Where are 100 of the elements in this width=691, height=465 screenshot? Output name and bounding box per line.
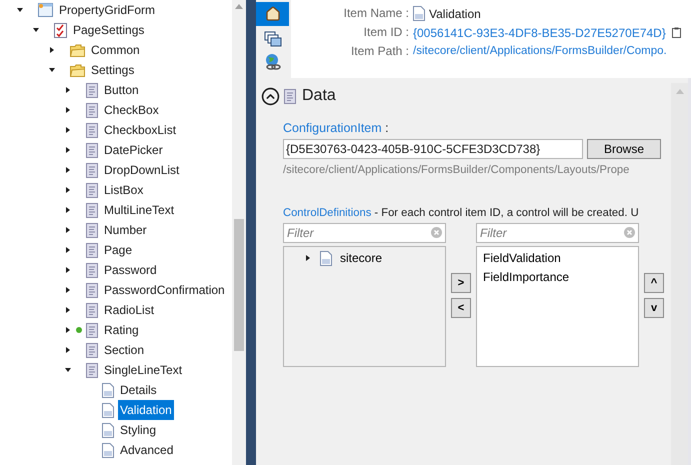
tree-item[interactable]: sitecore [340, 249, 382, 268]
item-path-text: /sitecore/client/Applications/FormsBuilder/Components/Layouts/Prope [283, 162, 630, 178]
list-item[interactable]: FieldImportance [483, 268, 632, 288]
field-label-link[interactable]: ControlDefinitions [283, 206, 372, 219]
expand-arrow-icon[interactable] [64, 186, 72, 194]
tree-item[interactable]: Number [102, 220, 149, 240]
tree-item[interactable]: Rating [102, 320, 141, 340]
field-label: Item Path : [350, 43, 409, 60]
collapse-section-icon[interactable] [261, 86, 280, 106]
tree-item[interactable]: CheckboxList [102, 120, 178, 140]
template-icon [86, 222, 98, 238]
expand-arrow-icon[interactable] [64, 226, 72, 234]
template-icon [86, 102, 98, 118]
page-icon [102, 402, 114, 418]
template-icon [86, 362, 98, 378]
expand-arrow-icon[interactable] [64, 206, 72, 214]
tree-item[interactable]: Password [102, 260, 159, 280]
expand-arrow-icon[interactable] [64, 86, 72, 94]
arrow-button[interactable]: < [451, 298, 471, 318]
template-icon [86, 202, 98, 218]
tree-item[interactable]: Styling [118, 420, 158, 440]
field-label: Item ID : [362, 24, 409, 41]
expand-arrow-icon[interactable] [64, 306, 72, 314]
tree-item[interactable]: PasswordConfirmation [102, 280, 227, 300]
collapse-arrow-icon[interactable] [48, 66, 56, 74]
section-title: Data [302, 86, 336, 106]
home-icon [264, 6, 280, 22]
template-icon [86, 162, 98, 178]
tree-item[interactable]: RadioList [102, 300, 156, 320]
tree-item[interactable]: Common [89, 40, 142, 60]
expand-arrow-icon[interactable] [64, 346, 72, 354]
tree-item[interactable]: Validation [118, 400, 174, 420]
globe-link-icon [264, 52, 282, 70]
checklist-icon [54, 22, 67, 38]
template-icon [86, 122, 98, 138]
collapse-arrow-icon[interactable] [16, 6, 24, 14]
expand-arrow-icon[interactable] [64, 146, 72, 154]
scroll-thumb[interactable] [234, 219, 244, 351]
expand-arrow-icon[interactable] [64, 126, 72, 134]
tree-item[interactable]: Advanced [118, 440, 176, 460]
expand-arrow-icon[interactable] [64, 106, 72, 114]
windows-icon [264, 30, 282, 46]
tree-item[interactable]: Details [118, 380, 159, 400]
expand-arrow-icon[interactable] [48, 46, 56, 54]
tree-item[interactable]: Settings [89, 60, 136, 80]
tree-item[interactable]: Button [102, 80, 141, 100]
item-path-link[interactable]: /sitecore/client/Applications/FormsBuilder/Compo. [413, 42, 691, 61]
expand-arrow-icon[interactable] [64, 166, 72, 174]
arrow-button[interactable]: v [644, 298, 664, 318]
page-icon [320, 250, 332, 266]
field-label: Item Name : [342, 5, 409, 22]
template-icon [86, 322, 98, 338]
template-icon [86, 242, 98, 258]
scrollbar[interactable] [232, 0, 246, 465]
expand-arrow-icon[interactable] [304, 254, 312, 262]
field-description: - For each control item ID, a control will be created. U [373, 206, 639, 219]
template-icon [86, 142, 98, 158]
tree-item[interactable]: DropDownList [102, 160, 182, 180]
item-id-link[interactable]: {0056141C-93E3-4DF8-BE35-D27E5270E74D} [413, 24, 666, 42]
template-icon [86, 82, 98, 98]
tree-item[interactable]: ListBox [102, 180, 146, 200]
arrow-button[interactable]: ^ [644, 273, 664, 294]
tree-item[interactable]: CheckBox [102, 100, 161, 120]
folder-icon [70, 64, 85, 76]
collapse-arrow-icon[interactable] [64, 366, 72, 374]
window-icon [38, 3, 53, 17]
side-tab[interactable] [256, 2, 289, 26]
expand-arrow-icon[interactable] [64, 266, 72, 274]
template-icon [86, 262, 98, 278]
template-icon [86, 282, 98, 298]
configuration-item-field[interactable]: {D5E30763-0423-405B-910C-5CFE3D3CD738} [283, 138, 583, 159]
tree-item[interactable]: SingleLineText [102, 360, 184, 380]
filter-field[interactable]: Filter [476, 223, 639, 244]
page-icon [102, 422, 114, 438]
expand-arrow-icon[interactable] [64, 286, 72, 294]
tree-item[interactable]: PageSettings [71, 20, 146, 40]
field-label-link[interactable]: ConfigurationItem [283, 121, 382, 135]
browse-button[interactable]: Browse [587, 138, 661, 159]
tree-item[interactable]: MultiLineText [102, 200, 176, 220]
clipboard-icon[interactable] [672, 27, 681, 38]
filter-field[interactable]: Filter [283, 223, 446, 244]
template-icon [86, 182, 98, 198]
item-name: Validation [429, 6, 481, 22]
label-colon: : [384, 121, 389, 135]
tree-item[interactable]: PropertyGridForm [57, 0, 158, 20]
tree-item[interactable]: Page [102, 240, 134, 260]
collapse-arrow-icon[interactable] [32, 26, 40, 34]
scrollbar[interactable] [671, 83, 688, 465]
tree-item[interactable]: Section [102, 340, 146, 360]
arrow-button[interactable]: > [451, 273, 471, 294]
list-item[interactable]: FieldValidation [483, 249, 632, 268]
page-icon [102, 442, 114, 458]
template-icon [284, 88, 296, 104]
page-icon [413, 6, 425, 21]
template-icon [86, 302, 98, 318]
expand-arrow-icon[interactable] [64, 326, 72, 334]
template-icon [86, 342, 98, 358]
expand-arrow-icon[interactable] [64, 246, 72, 254]
tree-item[interactable]: DatePicker [102, 140, 165, 160]
page-icon [102, 382, 114, 398]
